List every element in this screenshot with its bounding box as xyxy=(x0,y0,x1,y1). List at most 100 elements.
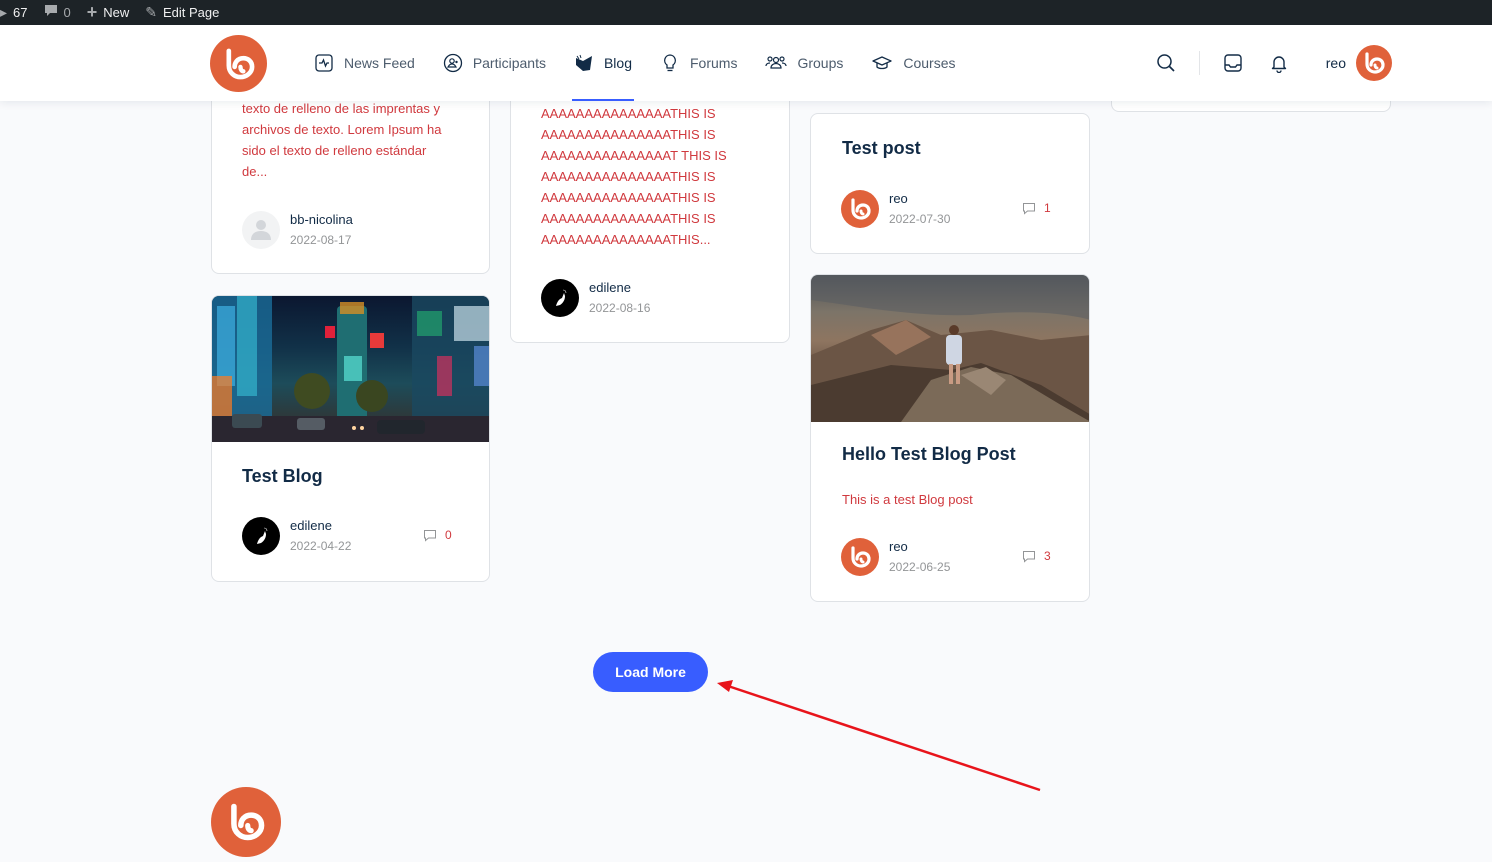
blog-icon xyxy=(575,54,592,71)
search-icon xyxy=(1157,54,1175,72)
nav-item-courses[interactable]: Courses xyxy=(857,25,969,101)
post-card: Hello Test Blog Post This is a test Blog… xyxy=(810,274,1090,602)
avatar[interactable] xyxy=(541,279,579,317)
comments-item[interactable]: 0 xyxy=(36,0,79,25)
comments-count: 0 xyxy=(63,5,71,20)
annotation-arrow-line xyxy=(727,684,1041,792)
post-date: 2022-04-22 xyxy=(290,539,352,553)
comment-count-value: 0 xyxy=(445,528,452,542)
post-excerpt: This is a test Blog post xyxy=(842,492,973,507)
user-name: reo xyxy=(1325,55,1346,71)
excerpt-line: de... xyxy=(242,164,268,179)
comment-icon xyxy=(1023,550,1035,563)
buddyboss-logo-icon xyxy=(851,546,871,568)
load-more-button[interactable]: Load More xyxy=(593,652,708,692)
post-author[interactable]: reo xyxy=(889,537,950,557)
excerpt-line: AAAAAAAAAAAAAAATHIS... xyxy=(541,232,711,247)
post-card: Test Blog edilene 2022-04-22 0 xyxy=(211,295,490,582)
buddyboss-logo-icon xyxy=(851,198,871,220)
nav-label: News Feed xyxy=(344,55,415,71)
post-author[interactable]: edilene xyxy=(589,278,650,298)
post-title[interactable]: Test post xyxy=(842,138,921,159)
excerpt-line: AAAAAAAAAAAAAAATHIS IS xyxy=(541,211,716,226)
avatar[interactable] xyxy=(242,211,280,249)
wp-admin-bar: ▸ 67 0 + New ✎ Edit Page xyxy=(0,0,1492,25)
excerpt-line: AAAAAAAAAAAAAAATHIS IS xyxy=(541,127,716,142)
site-logo[interactable] xyxy=(210,35,267,92)
excerpt-line: archivos de texto. Lorem Ipsum ha xyxy=(242,122,442,137)
comment-count[interactable]: 1 xyxy=(1022,201,1051,215)
comment-count-value: 3 xyxy=(1044,549,1051,563)
messages-button[interactable] xyxy=(1216,46,1250,80)
nav-item-groups[interactable]: Groups xyxy=(751,25,857,101)
nav-label: Participants xyxy=(472,55,546,71)
main-nav: News Feed Participants Blog Forums Group… xyxy=(300,25,970,101)
footer-logo[interactable] xyxy=(211,787,281,857)
excerpt-line: AAAAAAAAAAAAAAATHIS IS xyxy=(541,190,716,205)
nav-label: Courses xyxy=(903,55,956,71)
nav-label: Forums xyxy=(690,55,738,71)
excerpt-line: sido el texto de relleno estándar xyxy=(242,143,427,158)
pencil-icon: ✎ xyxy=(145,4,157,20)
post-author[interactable]: reo xyxy=(889,189,950,209)
updates-item[interactable]: ▸ 67 xyxy=(0,0,36,25)
post-meta: edilene 2022-04-22 xyxy=(242,516,351,556)
comment-count-value: 1 xyxy=(1044,201,1051,215)
post-meta: reo 2022-06-25 xyxy=(841,537,950,577)
post-excerpt: texto de relleno de las imprentas y arch… xyxy=(242,98,472,182)
site-header: News Feed Participants Blog Forums Group… xyxy=(0,25,1492,101)
post-date: 2022-08-17 xyxy=(290,233,352,247)
comment-bubble-icon xyxy=(44,4,58,21)
featured-image-mountain[interactable] xyxy=(811,275,1089,422)
nav-item-blog[interactable]: Blog xyxy=(560,25,646,101)
post-author[interactable]: bb-nicolina xyxy=(290,210,353,230)
bell-icon xyxy=(1271,56,1286,73)
mountain-hiker-illustration xyxy=(811,275,1089,422)
inbox-icon xyxy=(1224,54,1242,72)
notifications-button[interactable] xyxy=(1262,46,1296,80)
comment-icon xyxy=(424,529,436,542)
excerpt-line: AAAAAAAAAAAAAAAT THIS IS xyxy=(541,148,727,163)
comment-count[interactable]: 0 xyxy=(423,528,452,542)
featured-image-city-night[interactable] xyxy=(212,296,489,442)
plus-icon: + xyxy=(86,2,98,22)
header-actions: reo xyxy=(1143,25,1392,101)
post-title[interactable]: Test Blog xyxy=(242,466,323,487)
user-avatar xyxy=(1356,45,1392,81)
nav-item-news-feed[interactable]: News Feed xyxy=(300,25,429,101)
avatar[interactable] xyxy=(841,190,879,228)
search-button[interactable] xyxy=(1149,46,1183,80)
annotation-arrow-head xyxy=(717,680,733,692)
avatar[interactable] xyxy=(841,538,879,576)
excerpt-line: AAAAAAAAAAAAAAATHIS IS xyxy=(541,106,716,121)
comment-icon xyxy=(1023,202,1035,215)
cat-avatar-icon xyxy=(556,289,567,306)
default-avatar-icon xyxy=(251,220,271,240)
comment-count[interactable]: 3 xyxy=(1022,549,1051,563)
edit-page-item[interactable]: ✎ Edit Page xyxy=(137,0,227,25)
post-date: 2022-06-25 xyxy=(889,560,951,574)
activity-icon xyxy=(315,54,333,72)
cat-avatar-icon xyxy=(257,527,268,544)
groups-icon xyxy=(765,56,788,69)
post-author[interactable]: edilene xyxy=(290,516,351,536)
graduation-cap-icon xyxy=(872,56,893,70)
post-date: 2022-08-16 xyxy=(589,301,651,315)
post-title[interactable]: Hello Test Blog Post xyxy=(842,444,1016,465)
excerpt-line: texto de relleno de las imprentas y xyxy=(242,101,440,116)
post-meta: reo 2022-07-30 xyxy=(841,189,950,229)
updates-count: 67 xyxy=(13,5,28,20)
avatar[interactable] xyxy=(242,517,280,555)
excerpt-line: AAAAAAAAAAAAAAATHIS IS xyxy=(541,169,716,184)
user-menu[interactable]: reo xyxy=(1326,45,1392,81)
edit-page-label: Edit Page xyxy=(163,5,220,20)
post-date: 2022-07-30 xyxy=(889,212,951,226)
buddyboss-logo-icon xyxy=(1365,52,1385,74)
members-icon xyxy=(443,53,462,73)
nav-item-forums[interactable]: Forums xyxy=(646,25,751,101)
nav-label: Groups xyxy=(797,55,844,71)
post-card: Test post reo 2022-07-30 1 xyxy=(810,113,1090,254)
post-card: AAAAAAAAAAAAAAATHIS IS AAAAAAAAAAAAAAATH… xyxy=(510,60,790,343)
nav-item-participants[interactable]: Participants xyxy=(429,25,560,101)
new-item[interactable]: + New xyxy=(79,0,138,25)
